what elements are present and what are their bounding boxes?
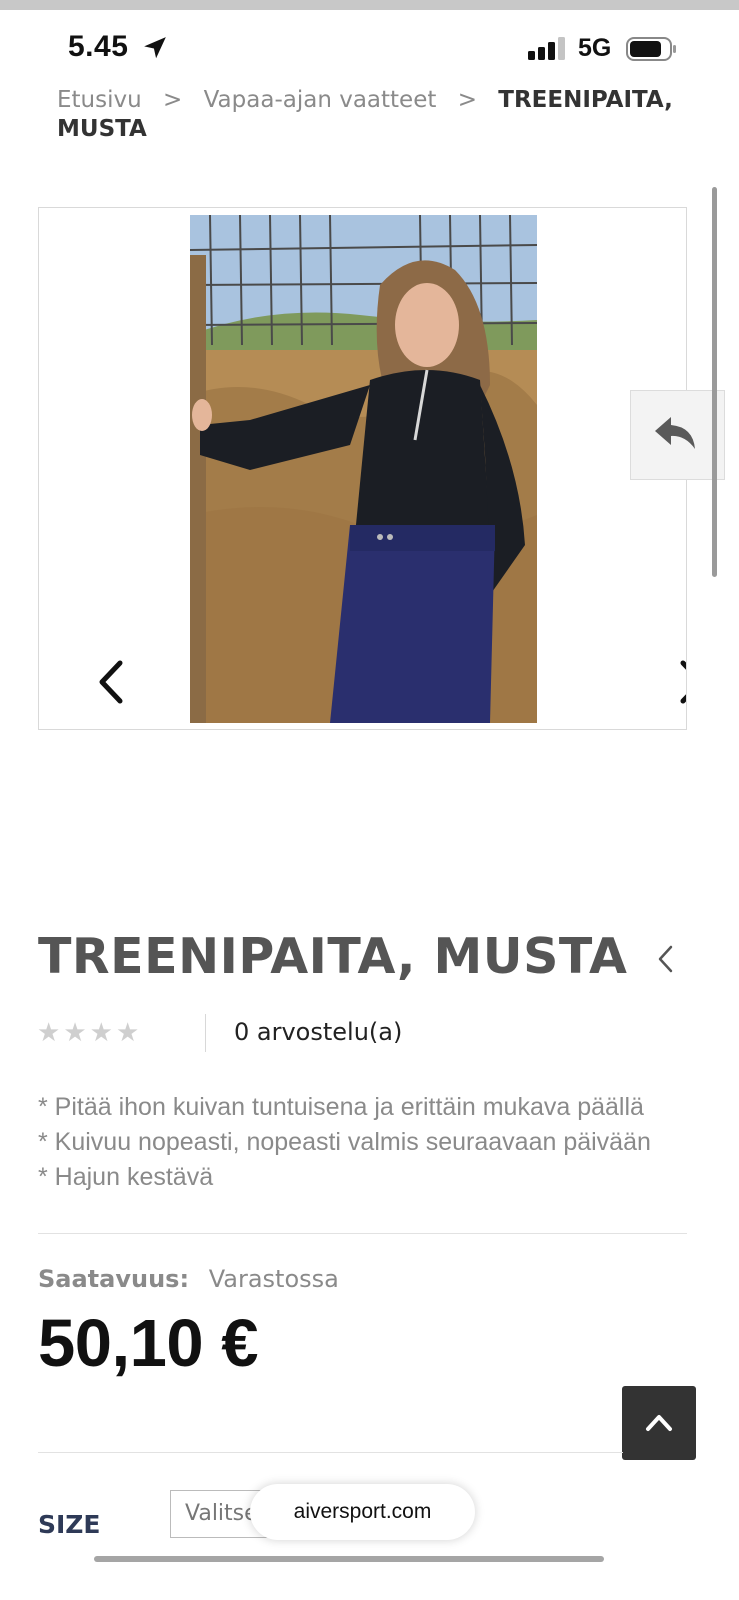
- section-divider: [38, 1452, 623, 1453]
- product-features: * Pitää ihon kuivan tuntuisena ja erittä…: [38, 1090, 651, 1195]
- star-icon: ★: [37, 1018, 61, 1048]
- product-title: TREENIPAITA, MUSTA: [38, 928, 628, 985]
- star-icon: ★: [63, 1018, 87, 1048]
- top-strip: [0, 0, 739, 10]
- size-label: SIZE: [38, 1510, 101, 1539]
- star-icon: ★: [89, 1018, 113, 1048]
- rating-divider: [205, 1014, 206, 1052]
- page-scrollbar[interactable]: [712, 187, 717, 577]
- chevron-left-icon[interactable]: [94, 659, 128, 705]
- reply-button[interactable]: [630, 390, 725, 480]
- star-icon: ★: [115, 1018, 140, 1048]
- status-time: 5.45: [68, 30, 129, 63]
- browser-url-bar[interactable]: aiversport.com: [250, 1484, 475, 1540]
- scroll-to-top-button[interactable]: [622, 1386, 696, 1460]
- product-image-gallery[interactable]: [38, 207, 687, 730]
- section-divider: [38, 1233, 687, 1234]
- product-price: 50,10 €: [38, 1306, 259, 1381]
- review-count-link[interactable]: 0 arvostelu(a): [234, 1018, 402, 1046]
- chevron-left-icon[interactable]: [655, 944, 677, 974]
- network-label: 5G: [578, 34, 612, 62]
- product-photo[interactable]: [190, 215, 537, 723]
- chevron-up-icon: [646, 1415, 672, 1431]
- chevron-right-icon[interactable]: [675, 659, 687, 705]
- breadcrumb: Etusivu > Vapaa-ajan vaatteet > TREENIPA…: [57, 86, 697, 144]
- availability-label: Saatavuus:: [38, 1265, 190, 1293]
- feature-item: * Kuivuu nopeasti, nopeasti valmis seura…: [38, 1128, 651, 1156]
- reply-icon: [655, 417, 695, 449]
- feature-item: * Hajun kestävä: [38, 1163, 214, 1191]
- location-arrow-icon: [144, 37, 166, 59]
- signal-bars-icon: [528, 37, 565, 60]
- rating-stars[interactable]: ★ ★ ★ ★: [37, 1020, 139, 1046]
- breadcrumb-category-link[interactable]: Vapaa-ajan vaatteet: [204, 87, 437, 113]
- breadcrumb-separator: >: [163, 87, 183, 113]
- home-indicator[interactable]: [94, 1556, 604, 1562]
- availability: Saatavuus: Varastossa: [38, 1265, 339, 1293]
- availability-value: Varastossa: [208, 1265, 339, 1293]
- breadcrumb-separator: >: [457, 87, 477, 113]
- breadcrumb-home-link[interactable]: Etusivu: [57, 87, 142, 113]
- battery-icon: [626, 37, 676, 61]
- feature-item: * Pitää ihon kuivan tuntuisena ja erittä…: [38, 1093, 644, 1121]
